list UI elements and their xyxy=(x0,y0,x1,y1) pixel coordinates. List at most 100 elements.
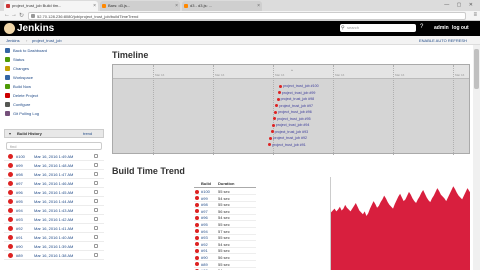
console-icon[interactable] xyxy=(94,154,98,158)
build-number[interactable]: #93 xyxy=(16,215,23,224)
event-ball-icon xyxy=(271,123,275,127)
build-history-row[interactable]: #96 Mar 16, 2016 1:45 AM xyxy=(4,188,104,197)
build-date[interactable]: Mar 16, 2016 1:44 AM xyxy=(34,197,73,206)
auto-refresh-link[interactable]: ENABLE AUTO REFRESH xyxy=(419,36,467,45)
timeline-gridline xyxy=(393,65,394,155)
build-history-row[interactable]: #93 Mar 16, 2016 1:42 AM xyxy=(4,215,104,224)
build-number[interactable]: #92 xyxy=(16,224,23,233)
build-number[interactable]: #96 xyxy=(16,188,23,197)
menu-icon[interactable]: ≡ xyxy=(473,12,477,18)
build-history-row[interactable]: #98 Mar 16, 2016 1:47 AM xyxy=(4,170,104,179)
build-date[interactable]: Mar 16, 2016 1:47 AM xyxy=(34,170,73,179)
build-history-row[interactable]: #97 Mar 16, 2016 1:46 AM xyxy=(4,179,104,188)
console-icon[interactable] xyxy=(94,181,98,185)
sidebar-item-label: Workspace xyxy=(13,75,33,80)
tab-title: d3 - d3.js: ... xyxy=(190,3,213,8)
console-icon[interactable] xyxy=(94,172,98,176)
timeline-event[interactable]: project_trust_job #100 xyxy=(279,84,319,89)
user-link[interactable]: admin xyxy=(434,25,449,31)
build-number[interactable]: #97 xyxy=(16,179,23,188)
build-date[interactable]: Mar 16, 2016 1:40 AM xyxy=(34,233,73,242)
build-date[interactable]: Mar 16, 2016 1:43 AM xyxy=(34,206,73,215)
console-icon[interactable] xyxy=(94,253,98,257)
build-date[interactable]: Mar 16, 2016 1:38 AM xyxy=(34,251,73,260)
reload-icon[interactable]: ↻ xyxy=(19,12,24,19)
timeline-event[interactable]: project_trust_job #99 xyxy=(277,91,315,96)
build-number[interactable]: #100 xyxy=(16,152,25,161)
build-date[interactable]: Mar 16, 2016 1:39 AM xyxy=(34,242,73,251)
search-icon: ⚲ xyxy=(341,25,345,31)
build-date[interactable]: Mar 16, 2016 1:46 AM xyxy=(34,179,73,188)
tab-bars[interactable]: Bars: d3.js... × xyxy=(100,1,180,11)
timeline-event[interactable]: project_trust_job #98 xyxy=(276,97,314,102)
timeline[interactable]: ^ Mar 16 Mar 16 Mar 16 Mar 16 Mar 16 Mar 16 pr… xyxy=(112,64,470,155)
build-number[interactable]: #90 xyxy=(16,242,23,251)
build-number[interactable]: #94 xyxy=(16,206,23,215)
failed-ball-icon xyxy=(195,209,199,214)
timeline-tick-label: Mar 16 xyxy=(155,73,165,77)
scrollbar[interactable] xyxy=(473,45,480,270)
build-date[interactable]: Mar 16, 2016 1:42 AM xyxy=(34,215,73,224)
close-icon[interactable]: × xyxy=(175,1,178,11)
console-icon[interactable] xyxy=(94,199,98,203)
filter-placeholder: find xyxy=(10,144,17,149)
build-date[interactable]: Mar 16, 2016 1:48 AM xyxy=(34,161,73,170)
build-history-row[interactable]: #94 Mar 16, 2016 1:43 AM xyxy=(4,206,104,215)
build-history-row[interactable]: #99 Mar 16, 2016 1:48 AM xyxy=(4,161,104,170)
tab-d3[interactable]: d3 - d3.js: ... × xyxy=(182,1,262,11)
timeline-tick-label: Mar 16 xyxy=(395,73,405,77)
timeline-event[interactable]: project_trust_job #97 xyxy=(275,104,313,109)
build-number[interactable]: #95 xyxy=(16,197,23,206)
forward-icon[interactable]: → xyxy=(11,12,17,18)
build-history-row[interactable]: #92 Mar 16, 2016 1:41 AM xyxy=(4,224,104,233)
sidebar-item-label: Git Polling Log xyxy=(13,111,40,116)
failed-ball-icon xyxy=(195,229,199,234)
build-history-row[interactable]: #91 Mar 16, 2016 1:40 AM xyxy=(4,233,104,242)
build-history-row[interactable]: #100 Mar 16, 2016 1:49 AM xyxy=(4,152,104,161)
event-ball-icon xyxy=(276,97,280,101)
timeline-event[interactable]: project_trust_job #93 xyxy=(270,130,308,135)
console-icon[interactable] xyxy=(94,244,98,248)
timeline-arrow-icon[interactable]: ^ xyxy=(291,68,293,73)
help-icon[interactable]: ? xyxy=(420,24,423,30)
timeline-event[interactable]: project_trust_job #96 xyxy=(274,110,312,115)
build-number[interactable]: #91 xyxy=(16,233,23,242)
timeline-event[interactable]: project_trust_job #91 xyxy=(268,143,306,148)
build-filter-input[interactable]: find xyxy=(6,142,102,150)
logout-link[interactable]: log out xyxy=(452,25,469,31)
timeline-event[interactable]: project_trust_job #95 xyxy=(273,117,311,122)
build-date[interactable]: Mar 16, 2016 1:49 AM xyxy=(34,152,73,161)
breadcrumb-project[interactable]: project_trust_job xyxy=(32,36,62,45)
build-number[interactable]: #98 xyxy=(16,170,23,179)
build-history-row[interactable]: #95 Mar 16, 2016 1:44 AM xyxy=(4,197,104,206)
console-icon[interactable] xyxy=(94,226,98,230)
search-input[interactable]: ⚲ search xyxy=(340,24,416,32)
build-date[interactable]: Mar 16, 2016 1:45 AM xyxy=(34,188,73,197)
console-icon[interactable] xyxy=(94,190,98,194)
jenkins-logo-icon[interactable] xyxy=(4,23,15,34)
failed-ball-icon xyxy=(8,226,13,231)
build-date[interactable]: Mar 16, 2016 1:41 AM xyxy=(34,224,73,233)
browser-window: project_trust_job Build tim... × Bars: d3… xyxy=(0,0,480,270)
console-icon[interactable] xyxy=(94,163,98,167)
timeline-event[interactable]: project_trust_job #94 xyxy=(271,123,309,128)
console-icon[interactable] xyxy=(94,217,98,221)
build-history-row[interactable]: #89 Mar 16, 2016 1:38 AM xyxy=(4,251,104,260)
close-icon[interactable]: × xyxy=(93,1,96,11)
scrollbar-thumb[interactable] xyxy=(474,49,479,89)
trend-link[interactable]: trend xyxy=(83,130,92,138)
build-number[interactable]: #89 xyxy=(16,251,23,260)
jenkins-title[interactable]: Jenkins xyxy=(17,22,54,35)
close-icon[interactable]: × xyxy=(257,1,260,11)
timeline-event[interactable]: project_trust_job #92 xyxy=(269,136,307,141)
build-number[interactable]: #99 xyxy=(16,161,23,170)
back-icon[interactable]: ← xyxy=(4,12,10,18)
console-icon[interactable] xyxy=(94,235,98,239)
build-history-row[interactable]: #90 Mar 16, 2016 1:39 AM xyxy=(4,242,104,251)
url-input[interactable]: 52.70.128.236:8080/job/project_trust_job… xyxy=(28,12,466,20)
sidebar-item-icon xyxy=(5,48,10,53)
tab-build-time-trend[interactable]: project_trust_job Build tim... × xyxy=(4,1,98,11)
console-icon[interactable] xyxy=(94,208,98,212)
breadcrumb-jenkins[interactable]: Jenkins xyxy=(6,36,20,45)
window-controls[interactable]: — ▢ ✕ xyxy=(444,2,476,8)
